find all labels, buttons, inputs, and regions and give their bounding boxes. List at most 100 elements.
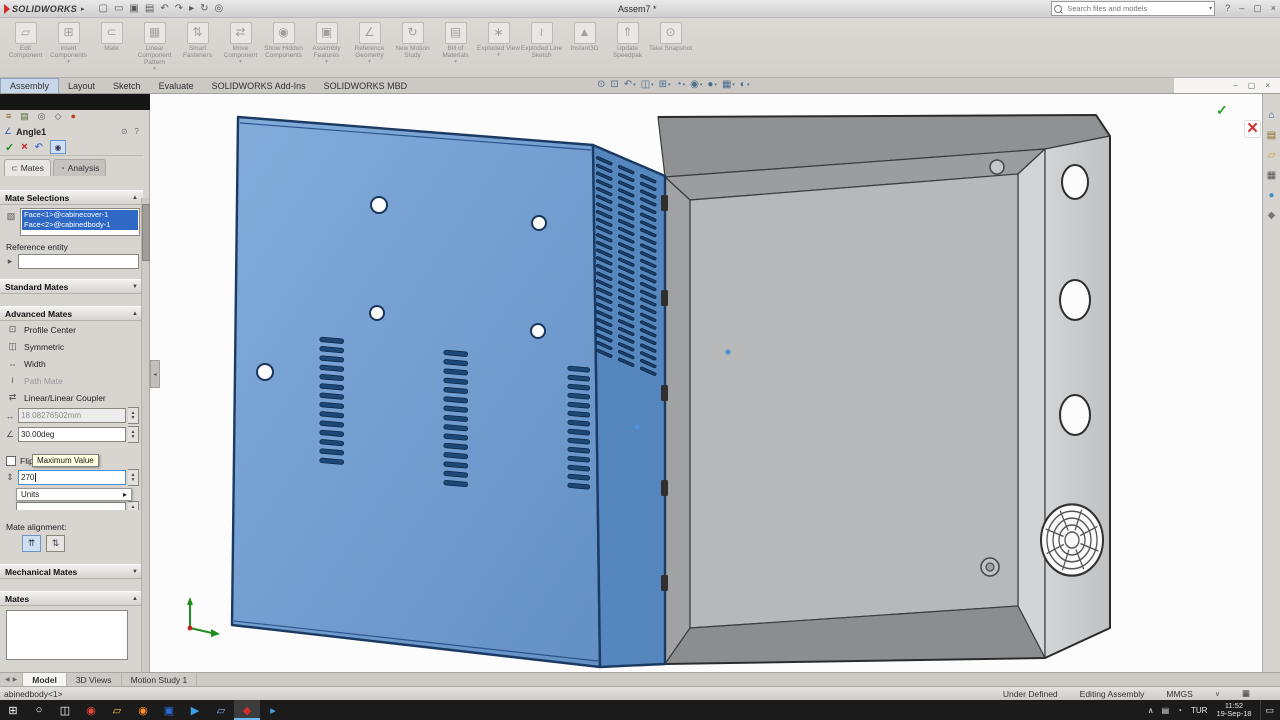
search-input[interactable]	[1065, 3, 1206, 14]
assembly-features-button[interactable]: ▣Assembly Features▾	[305, 20, 348, 65]
redo-icon[interactable]: ↷	[175, 3, 183, 14]
mate-button[interactable]: ⊂Mate	[90, 20, 133, 52]
zoom-fit-icon[interactable]: ⊙	[597, 79, 605, 90]
show-hidden-components-button[interactable]: ◉Show Hidden Components	[262, 20, 305, 59]
tab-sketch[interactable]: Sketch	[104, 78, 150, 93]
rebuild-icon[interactable]: ↻	[200, 3, 208, 14]
tray-network-icon[interactable]: ▤	[1162, 706, 1170, 715]
word-icon[interactable]: ▣	[156, 700, 182, 720]
open-file-icon[interactable]: ▭	[114, 3, 123, 14]
folder-icon[interactable]: ▱	[208, 700, 234, 720]
search-box[interactable]: ▾	[1051, 1, 1215, 16]
options-icon[interactable]: ◎	[215, 3, 224, 14]
video-app-icon[interactable]: ▸	[260, 700, 286, 720]
print-icon[interactable]: ▤	[145, 3, 154, 14]
update-speedpak-button[interactable]: ⇑Update Speedpak	[606, 20, 649, 59]
status-units[interactable]: MMGS	[1166, 689, 1192, 699]
linear-component-pattern-button[interactable]: ▦Linear Component Pattern▾	[133, 20, 176, 72]
linear-linear-coupler-button[interactable]: ⇄Linear/Linear Coupler	[0, 389, 143, 406]
apply-scene-icon[interactable]: ▦▾	[722, 79, 735, 90]
confirm-cancel-icon[interactable]: ×	[1244, 120, 1261, 138]
view-settings-icon[interactable]: ◐▾	[740, 79, 750, 90]
tab-analysis[interactable]: ◔Analysis	[53, 159, 107, 176]
keep-visible-toggle[interactable]: ◉	[50, 140, 66, 154]
pm-help-icon[interactable]: ?	[135, 127, 139, 136]
move-component-button[interactable]: ⇄Move Component▾	[219, 20, 262, 65]
firefox-icon[interactable]: ◉	[130, 700, 156, 720]
tab-next-icon[interactable]: ▶	[13, 676, 18, 683]
mates-listbox[interactable]	[6, 610, 128, 660]
notification-center-icon[interactable]: ▭	[1260, 700, 1274, 720]
section-view-icon[interactable]: ◫▾	[641, 79, 654, 90]
clock[interactable]: 11:52 19-Sep-18	[1216, 702, 1251, 718]
search-dropdown-icon[interactable]: ▾	[1209, 5, 1212, 12]
limit-spinner[interactable]: ▲▼	[128, 469, 139, 486]
smart-fasteners-button[interactable]: ⇅Smart Fasteners	[176, 20, 219, 59]
section-mechanical-mates[interactable]: Mechanical Mates ▼	[0, 564, 143, 579]
limit-min-field[interactable]	[16, 502, 126, 510]
tab-prev-icon[interactable]: ◀	[5, 676, 10, 683]
custom-properties-icon[interactable]: ◆	[1268, 210, 1276, 221]
insert-components-button[interactable]: ⊞Insert Components▾	[47, 20, 90, 65]
reference-geometry-button[interactable]: ∠Reference Geometry▾	[348, 20, 391, 65]
tab-motion-study-1[interactable]: Motion Study 1	[122, 673, 198, 686]
maximize-icon[interactable]: ▢	[1253, 3, 1262, 14]
anti-aligned-icon[interactable]: ⇅	[46, 535, 65, 552]
edit-appearance-icon[interactable]: ●▾	[707, 79, 717, 90]
task-view-icon[interactable]: ◫	[52, 700, 78, 720]
panel-scrollbar[interactable]	[141, 198, 149, 672]
close-icon[interactable]: ×	[1271, 3, 1276, 14]
tab-assembly[interactable]: Assembly	[0, 78, 59, 93]
file-explorer-icon[interactable]: ▱	[1268, 150, 1276, 161]
tab-solidworks-add-ins[interactable]: SOLIDWORKS Add-Ins	[203, 78, 315, 93]
confirm-ok-icon[interactable]: ✓	[1216, 102, 1228, 119]
start-icon[interactable]: ⊞	[0, 700, 26, 720]
reference-entity-field[interactable]	[18, 254, 139, 269]
chrome-icon[interactable]: ◉	[78, 700, 104, 720]
flip-checkbox[interactable]	[6, 456, 16, 466]
selection-listbox[interactable]: Face<1>@cabinecover-1Face<2>@cabinedbody…	[20, 208, 140, 236]
select-icon[interactable]: ▸	[189, 3, 194, 14]
cabinet-body[interactable]	[658, 115, 1110, 664]
units-dropdown[interactable]: Units ▸	[16, 488, 132, 501]
hide-show-items-icon[interactable]: ◉▾	[690, 79, 702, 90]
media-player-icon[interactable]: ▶	[182, 700, 208, 720]
undo-icon[interactable]: ↶	[160, 3, 168, 14]
model-canvas[interactable]	[150, 94, 1280, 672]
selection-item[interactable]: Face<1>@cabinecover-1	[22, 210, 138, 220]
new-file-icon[interactable]: ▢	[99, 3, 108, 14]
dimxpertmanager-icon[interactable]: ◇	[55, 111, 62, 124]
appearances-icon[interactable]: ●	[1268, 190, 1274, 201]
exploded-line-sketch-button[interactable]: ≀Exploded Line Sketch	[520, 20, 563, 59]
configurationmanager-icon[interactable]: ◎	[38, 111, 46, 124]
save-icon[interactable]: ▣	[129, 3, 138, 14]
angle-spinner[interactable]: ▲▼	[128, 426, 139, 443]
width-button[interactable]: ⇔Width	[0, 355, 143, 372]
solidworks-icon[interactable]: ◆	[234, 700, 260, 720]
tab-mates[interactable]: ⊂Mates	[4, 159, 51, 176]
help-icon[interactable]: ?	[1225, 3, 1230, 14]
search-icon[interactable]: ○	[26, 700, 52, 720]
selection-item[interactable]: Face<2>@cabinedbody-1	[22, 220, 138, 230]
instant3d-button[interactable]: ▲Instant3D	[563, 20, 606, 52]
view-orientation-icon[interactable]: ⊞▾	[659, 79, 671, 90]
symmetric-button[interactable]: ◫Symmetric	[0, 338, 143, 355]
view-palette-icon[interactable]: ▦	[1267, 170, 1276, 181]
limit-field[interactable]: 270	[18, 470, 126, 485]
take-snapshot-button[interactable]: ⊙Take Snapshot	[649, 20, 692, 52]
panel-splitter-handle[interactable]: ◂	[150, 360, 160, 388]
file-explorer-icon[interactable]: ▱	[104, 700, 130, 720]
featuremanager-tree-icon[interactable]: ≡	[6, 111, 11, 124]
tab-layout[interactable]: Layout	[59, 78, 104, 93]
scrollbar-thumb[interactable]	[142, 204, 150, 261]
aligned-icon[interactable]: ⇈	[22, 535, 41, 552]
tray-expand-icon[interactable]: ∧	[1148, 706, 1154, 715]
displaymanager-icon[interactable]: ●	[71, 111, 76, 124]
tab-nav-arrows[interactable]: ◀ ▶	[0, 673, 23, 686]
resources-home-icon[interactable]: ⌂	[1268, 110, 1274, 121]
section-mates[interactable]: Mates ▲	[0, 591, 143, 606]
pushpin-icon[interactable]: ⊙	[121, 127, 128, 136]
undo-button[interactable]: ↶	[35, 142, 43, 153]
tab-solidworks-mbd[interactable]: SOLIDWORKS MBD	[315, 78, 417, 93]
new-motion-study-button[interactable]: ↻New Motion Study	[391, 20, 434, 59]
